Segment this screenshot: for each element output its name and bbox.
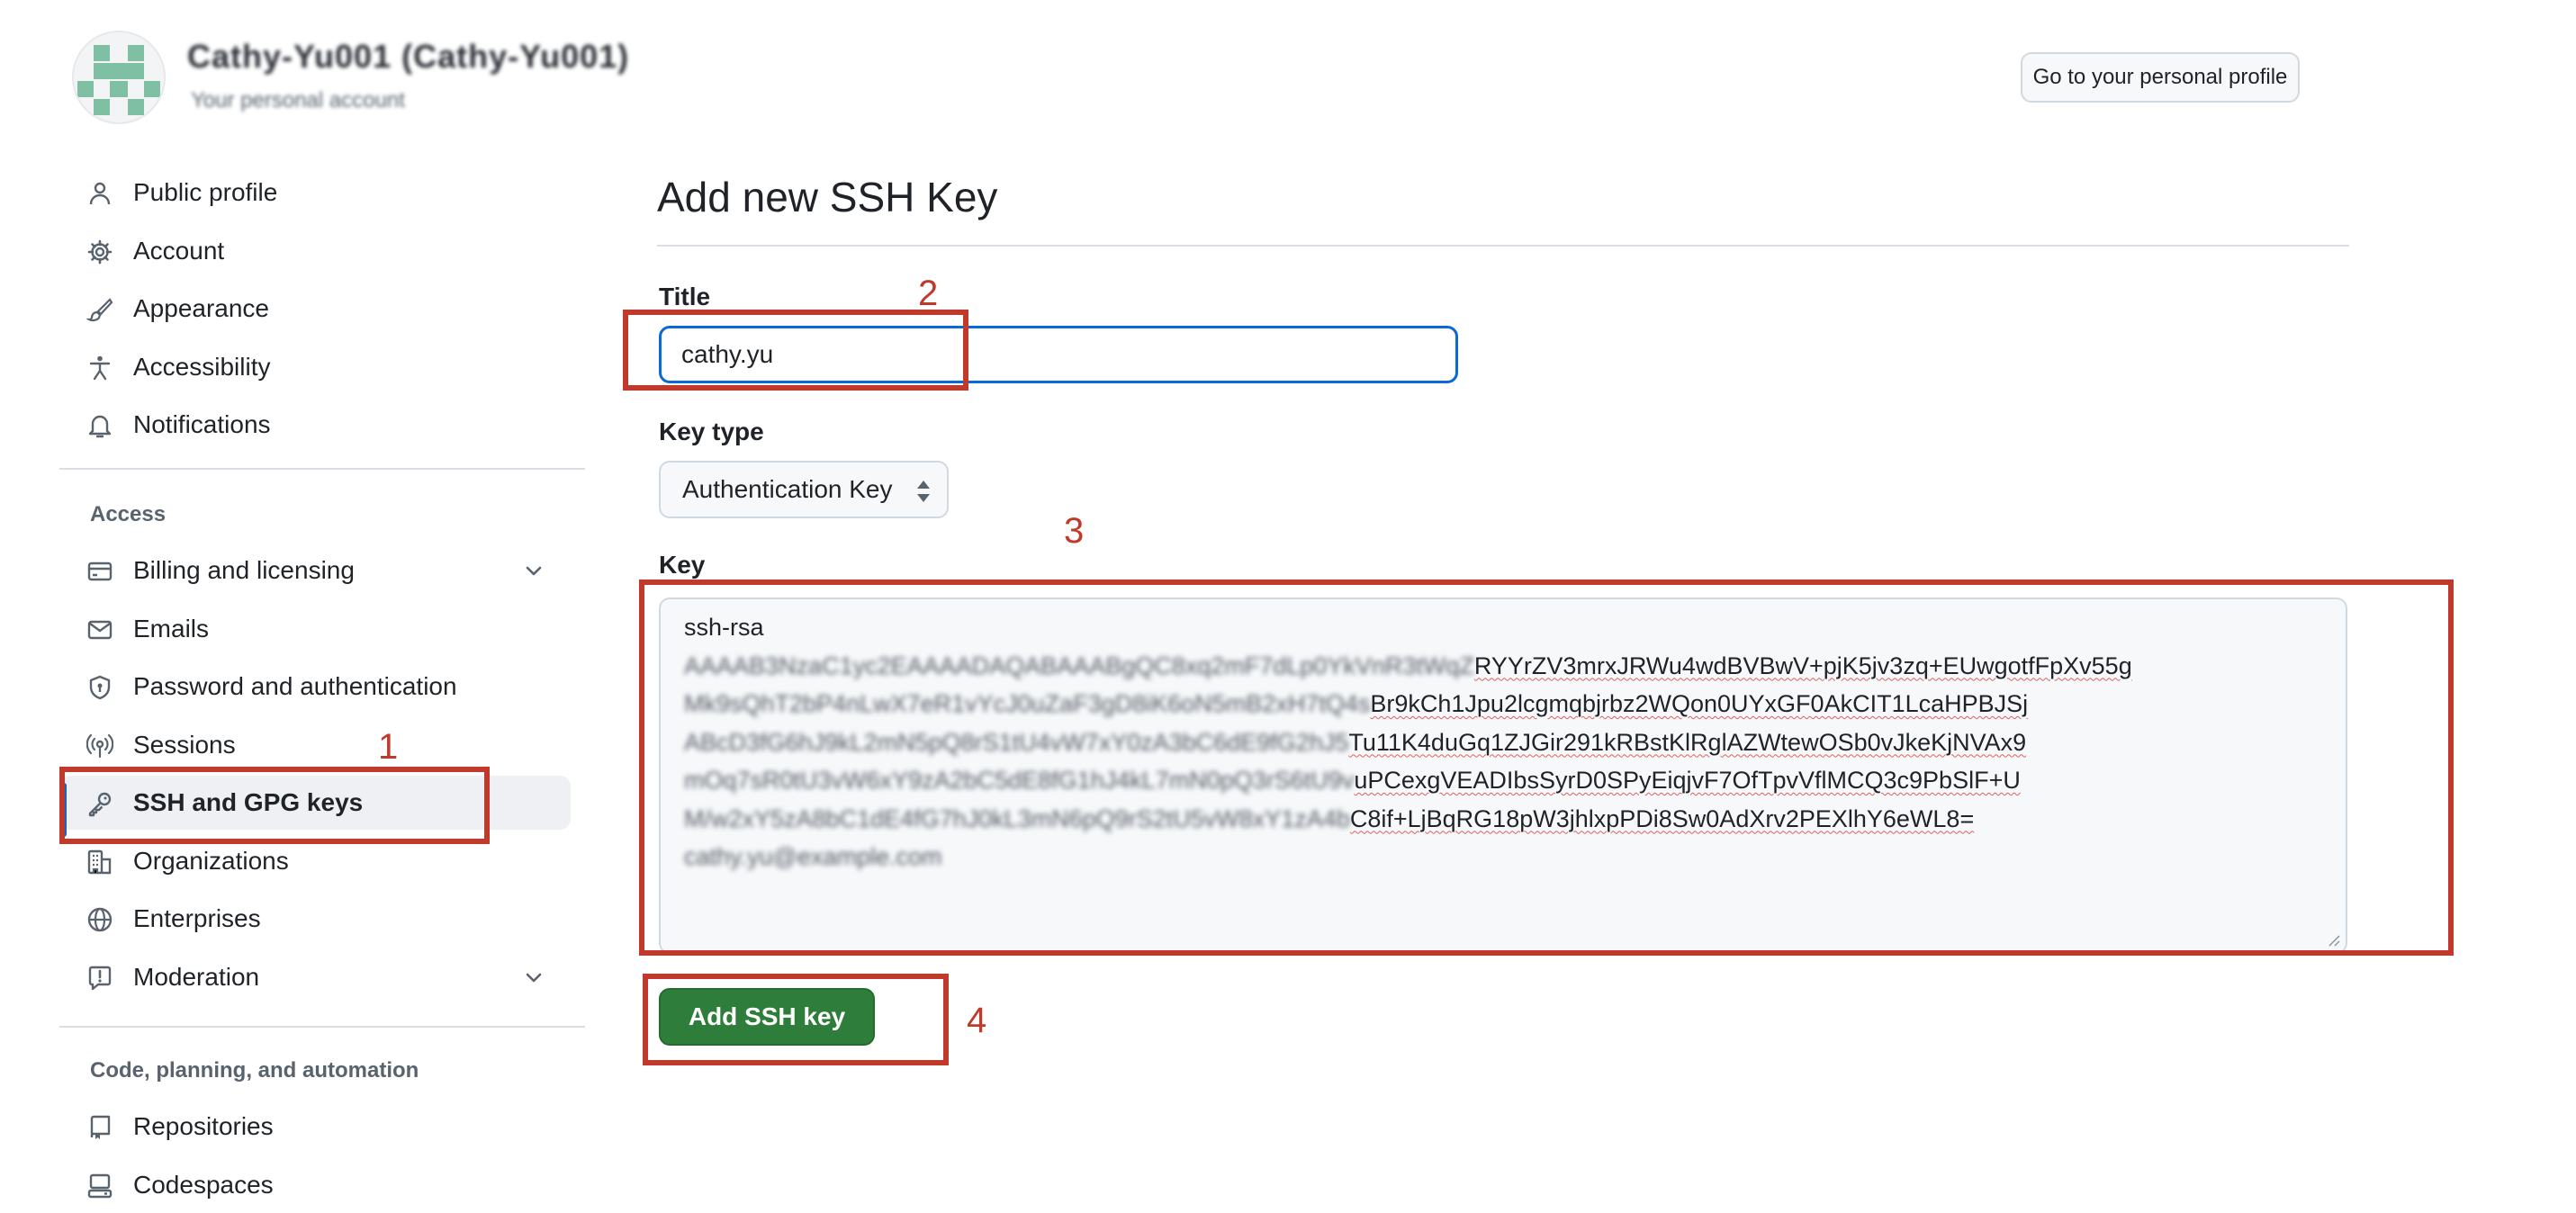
annotation-number-1: 1 [378,727,399,767]
credit-card-icon [86,558,113,585]
account-name: Cathy-Yu001 (Cathy-Yu001) [187,38,630,75]
sidebar-item-emails[interactable]: Emails [59,602,571,656]
annotation-number-2: 2 [918,274,939,313]
key-type-select[interactable]: Authentication Key [659,461,949,518]
sidebar-item-accessibility[interactable]: Accessibility [59,340,571,394]
chevron-down-icon[interactable] [522,560,545,583]
sidebar-item-label: Sessions [133,730,236,759]
sidebar-item-codespaces[interactable]: Codespaces [59,1158,571,1212]
report-icon [86,965,113,992]
sidebar-item-public-profile[interactable]: Public profile [59,166,571,220]
page-title: Add new SSH Key [657,174,998,220]
key-type-value: Authentication Key [682,475,893,503]
title-label: Title [659,283,711,310]
annotation-number-4: 4 [967,1001,987,1040]
sidebar-item-notifications[interactable]: Notifications [59,398,571,452]
key-label: Key [659,551,706,579]
sidebar-item-repositories[interactable]: Repositories [59,1100,571,1154]
sidebar-divider [59,1026,585,1028]
sidebar-item-label: Appearance [133,294,270,322]
sidebar-item-enterprises[interactable]: Enterprises [59,892,571,946]
section-title-access: Access [90,502,167,526]
accessibility-icon [86,355,113,382]
shield-lock-icon [86,674,113,701]
sidebar-item-label: Account [133,236,225,265]
go-to-profile-button[interactable]: Go to your personal profile [2021,52,2300,103]
sidebar-item-password-and-authentication[interactable]: Password and authentication [59,660,571,714]
select-arrows-icon [914,479,932,504]
sidebar-item-sessions[interactable]: Sessions [59,718,571,772]
section-title-code: Code, planning, and automation [90,1058,419,1083]
globe-icon [86,906,113,933]
sidebar-item-label: Accessibility [133,352,271,381]
codespaces-icon [86,1173,113,1200]
title-divider [657,245,2349,247]
sidebar-item-label: Enterprises [133,904,261,932]
sidebar-item-label: Notifications [133,410,271,438]
broadcast-icon [86,732,113,759]
key-type-label: Key type [659,418,764,445]
annotation-box-3 [639,580,2454,956]
sidebar-divider [59,468,585,470]
sidebar-item-account[interactable]: Account [59,224,571,278]
mail-icon [86,616,113,643]
sidebar-item-label: Codespaces [133,1170,274,1199]
sidebar-item-label: Emails [133,614,210,642]
avatar[interactable] [72,31,166,124]
bell-icon [86,412,113,439]
sidebar-item-label: Password and authentication [133,672,457,700]
sidebar-item-label: Public profile [133,178,278,206]
annotation-box-2 [623,310,968,391]
annotation-box-1 [59,767,490,844]
person-icon [86,180,113,207]
sidebar-item-label: Repositories [133,1112,274,1140]
account-subtitle: Your personal account [191,88,405,112]
sidebar-item-moderation[interactable]: Moderation [59,950,571,1004]
sidebar-item-label: Moderation [133,962,260,991]
sidebar-item-label: Billing and licensing [133,556,355,584]
sidebar-item-appearance[interactable]: Appearance [59,282,571,336]
annotation-box-4 [643,974,949,1065]
chevron-down-icon[interactable] [522,966,545,990]
organization-icon [86,849,113,876]
sidebar-item-label: Organizations [133,846,289,875]
gear-icon [86,238,113,265]
annotation-number-3: 3 [1064,511,1085,551]
paintbrush-icon [86,296,113,323]
sidebar-item-billing-and-licensing[interactable]: Billing and licensing [59,544,571,598]
repo-icon [86,1114,113,1141]
